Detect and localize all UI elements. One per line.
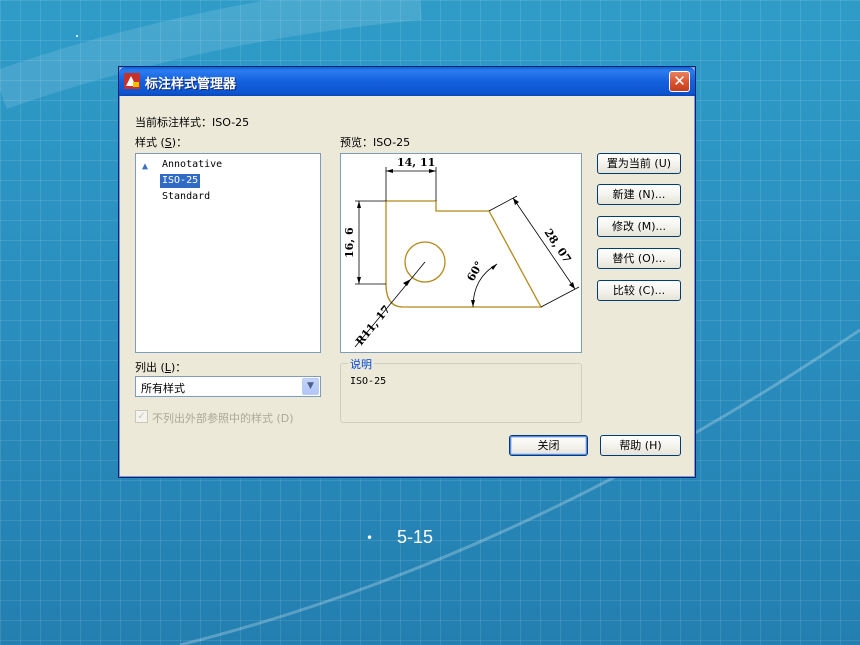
caption-bullet: • bbox=[366, 531, 374, 545]
style-preview-panel: 14, 11 16, 6 28, 07 60° R11, 17 bbox=[340, 153, 582, 353]
current-style-label: 当前标注样式：ISO-25 bbox=[135, 116, 250, 129]
modify-button[interactable]: 修改 (M)... bbox=[597, 216, 681, 237]
chevron-down-icon[interactable]: ▼ bbox=[302, 378, 319, 395]
style-item-iso-25[interactable]: ISO-25 bbox=[160, 174, 201, 188]
close-window-button[interactable]: ✕ bbox=[669, 71, 690, 92]
dim-right: 28, 07 bbox=[542, 226, 574, 265]
list-filter-dropdown[interactable]: 所有样式 ▼ bbox=[135, 376, 321, 397]
dialog-title: 标注样式管理器 bbox=[145, 77, 237, 92]
description-text: ISO-25 bbox=[350, 376, 387, 387]
styles-list[interactable]: ▲ Annotative ISO-25 Standard bbox=[135, 153, 321, 353]
xref-checkbox-label: 不列出外部参照中的样式 (D) bbox=[152, 412, 294, 425]
decorative-dot bbox=[76, 35, 78, 37]
autocad-app-icon bbox=[124, 73, 140, 89]
dim-angle: 60° bbox=[464, 259, 486, 284]
compare-button[interactable]: 比较 (C)... bbox=[597, 280, 681, 301]
dimension-style-manager-dialog: 标注样式管理器 ✕ 当前标注样式：ISO-25 样式 (S)： ▲ Annota… bbox=[118, 66, 696, 478]
annotative-icon: ▲ bbox=[142, 161, 149, 172]
close-button[interactable]: 关闭 bbox=[509, 435, 588, 456]
new-button[interactable]: 新建 (N)... bbox=[597, 184, 681, 205]
style-item-annotative[interactable]: Annotative bbox=[160, 158, 224, 172]
list-label: 列出 (L)： bbox=[135, 361, 187, 374]
preview-label: 预览：ISO-25 bbox=[340, 136, 411, 149]
dim-top: 14, 11 bbox=[397, 156, 435, 169]
figure-caption: 5-15 bbox=[397, 527, 434, 547]
help-button[interactable]: 帮助 (H) bbox=[600, 435, 681, 456]
set-current-button[interactable]: 置为当前 (U) bbox=[597, 153, 681, 174]
description-title: 说明 bbox=[348, 356, 374, 372]
dimension-preview-drawing: 14, 11 16, 6 28, 07 60° R11, 17 bbox=[343, 156, 580, 348]
dim-radius: R11, 17 bbox=[353, 303, 393, 348]
title-bar[interactable]: 标注样式管理器 ✕ bbox=[119, 67, 695, 96]
description-group bbox=[340, 363, 582, 423]
style-item-standard[interactable]: Standard bbox=[160, 190, 212, 204]
xref-checkbox[interactable]: ✓ bbox=[135, 410, 148, 423]
styles-label: 样式 (S)： bbox=[135, 136, 188, 149]
dim-left: 16, 6 bbox=[343, 227, 356, 258]
list-filter-value: 所有样式 bbox=[141, 382, 185, 395]
override-button[interactable]: 替代 (O)... bbox=[597, 248, 681, 269]
